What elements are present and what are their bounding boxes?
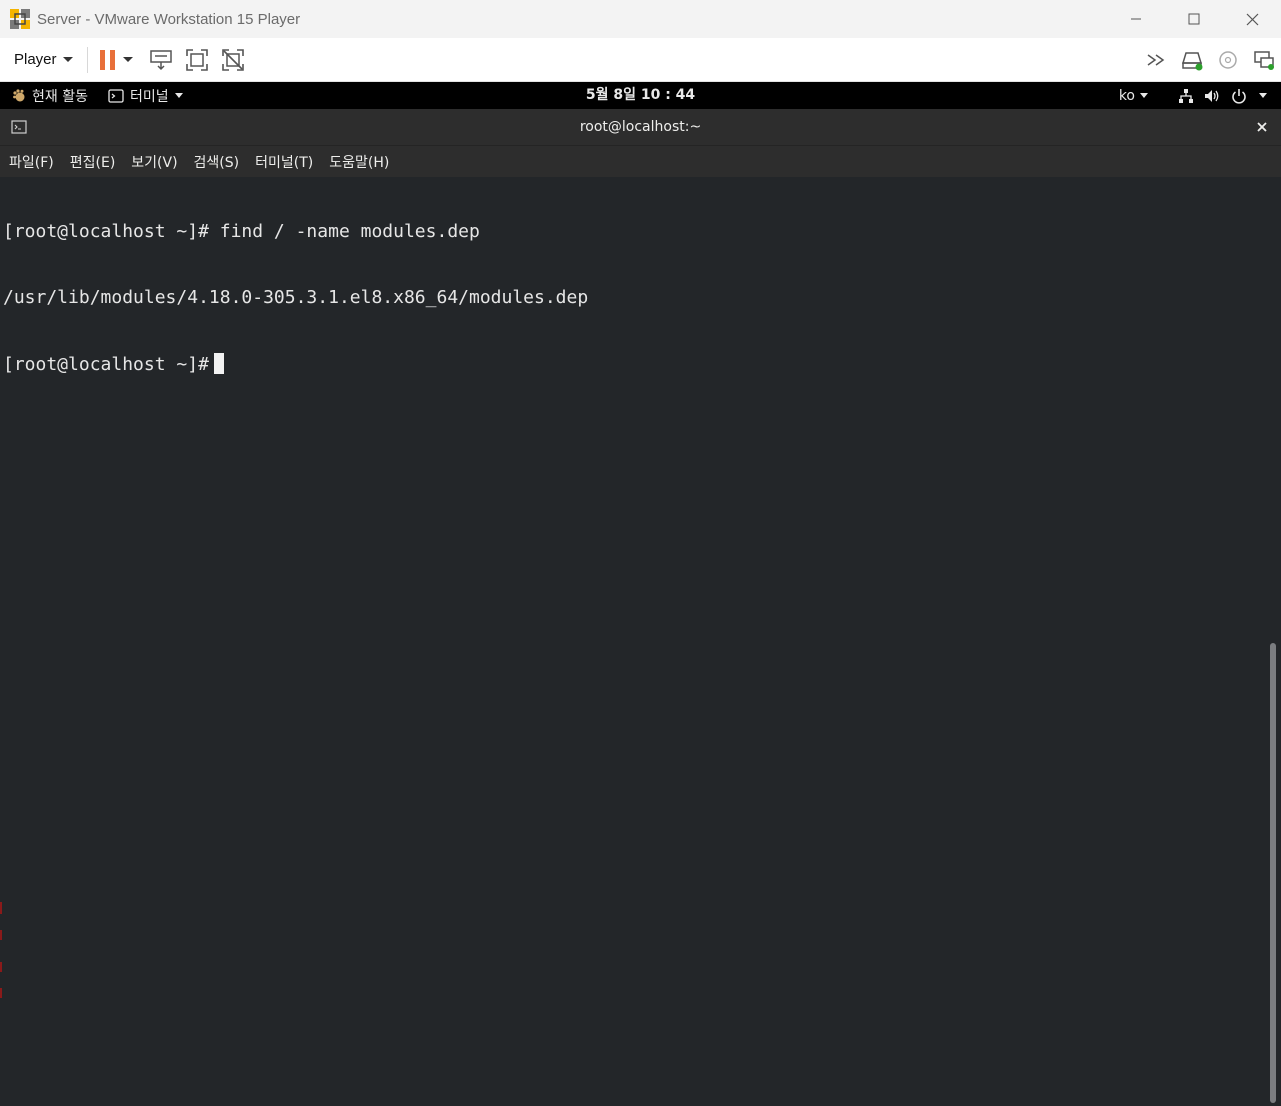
volume-icon: [1205, 89, 1219, 102]
chevron-down-icon: [174, 93, 183, 98]
menu-edit[interactable]: 편집(E): [62, 152, 124, 172]
terminal-header-bar: root@localhost:~: [0, 109, 1281, 146]
maximize-icon: [1188, 13, 1200, 25]
text-cursor: [213, 353, 224, 374]
terminal-icon: [11, 120, 27, 134]
chevron-down-icon: [122, 57, 133, 62]
network-icon: [1179, 88, 1193, 103]
unity-icon: [221, 48, 244, 71]
close-window-button[interactable]: [1223, 0, 1281, 38]
minimize-button[interactable]: [1107, 0, 1165, 38]
terminal-close-button[interactable]: [1253, 118, 1271, 136]
activities-label: 현재 활동: [32, 88, 88, 105]
input-method-label: ko: [1118, 87, 1135, 104]
menu-help[interactable]: 도움말(H): [321, 152, 397, 172]
system-status-menu[interactable]: [1178, 88, 1267, 104]
chevron-down-icon: [62, 57, 73, 62]
clock[interactable]: 5월 8일 10 : 44: [586, 87, 695, 103]
host-titlebar: Server - VMware Workstation 15 Player: [0, 0, 1281, 38]
terminal-line: [root@localhost ~]#: [3, 353, 588, 375]
terminal-title: root@localhost:~: [579, 119, 702, 135]
menu-search[interactable]: 검색(S): [186, 152, 248, 172]
network-adapter-icon: [1254, 50, 1274, 70]
power-icon: [1232, 88, 1246, 104]
minimize-icon: [1131, 18, 1141, 20]
double-chevron-right-icon: [1147, 53, 1165, 66]
app-menu-button[interactable]: 터미널: [108, 86, 183, 106]
gnome-foot-icon: [13, 88, 25, 101]
terminal-scrollbar[interactable]: [1267, 177, 1281, 1106]
terminal-window-menu-button[interactable]: [11, 120, 27, 138]
player-menu-button[interactable]: Player: [14, 51, 73, 68]
close-icon: [1246, 13, 1258, 25]
terminal-line: /usr/lib/modules/4.18.0-305.3.1.el8.x86_…: [3, 287, 588, 309]
pause-button[interactable]: [98, 45, 118, 75]
vmware-window: Server - VMware Workstation 15 Player Pl…: [0, 0, 1281, 1106]
hard-disk-device-button[interactable]: [1179, 45, 1205, 75]
show-more-devices-button[interactable]: [1143, 45, 1169, 75]
terminal-line: [root@localhost ~]# find / -name modules…: [3, 221, 588, 243]
left-edge-marks: [0, 902, 2, 1002]
app-menu-label: 터미널: [129, 88, 169, 105]
cd-icon: [1219, 50, 1237, 69]
input-method-button[interactable]: ko: [1119, 88, 1148, 104]
toolbar-separator: [86, 46, 88, 73]
chevron-down-icon: [1140, 93, 1148, 98]
menu-view[interactable]: 보기(V): [123, 152, 185, 172]
send-ctrl-alt-del-button[interactable]: [144, 45, 178, 75]
maximize-button[interactable]: [1165, 0, 1223, 38]
cd-dvd-device-button[interactable]: [1215, 45, 1241, 75]
player-menu-label: Player: [14, 51, 57, 68]
pause-dropdown-button[interactable]: [118, 45, 138, 75]
hard-disk-icon: [1181, 51, 1203, 70]
terminal-app-icon: [108, 88, 124, 103]
terminal-prompt: [root@localhost ~]#: [3, 354, 209, 375]
activities-button[interactable]: 현재 활동: [12, 86, 88, 106]
window-title: Server - VMware Workstation 15 Player: [37, 10, 301, 28]
network-adapter-device-button[interactable]: [1251, 45, 1277, 75]
terminal-menubar: 파일(F) 편집(E) 보기(V) 검색(S) 터미널(T) 도움말(H): [0, 146, 1281, 177]
full-screen-button[interactable]: [180, 45, 214, 75]
menu-terminal[interactable]: 터미널(T): [247, 152, 321, 172]
terminal-output-area[interactable]: [root@localhost ~]# find / -name modules…: [0, 177, 1281, 1106]
pause-icon: [99, 49, 115, 70]
menu-file[interactable]: 파일(F): [0, 152, 62, 172]
vmware-logo-icon: [9, 8, 31, 30]
unity-mode-button[interactable]: [216, 45, 250, 75]
chevron-down-icon: [1259, 93, 1267, 98]
close-icon: [1257, 122, 1267, 132]
terminal-line-text: /usr/lib/modules/4.18.0-305.3.1.el8.x86_…: [3, 287, 589, 308]
gnome-top-bar: 현재 활동 터미널 5월 8일 10 : 44 ko: [0, 82, 1281, 109]
terminal-line-text: [root@localhost ~]# find / -name modules…: [3, 221, 480, 242]
scrollbar-thumb[interactable]: [1270, 643, 1276, 1103]
fullscreen-icon: [185, 48, 208, 71]
player-toolbar: Player: [0, 38, 1281, 82]
send-keys-icon: [149, 49, 172, 70]
